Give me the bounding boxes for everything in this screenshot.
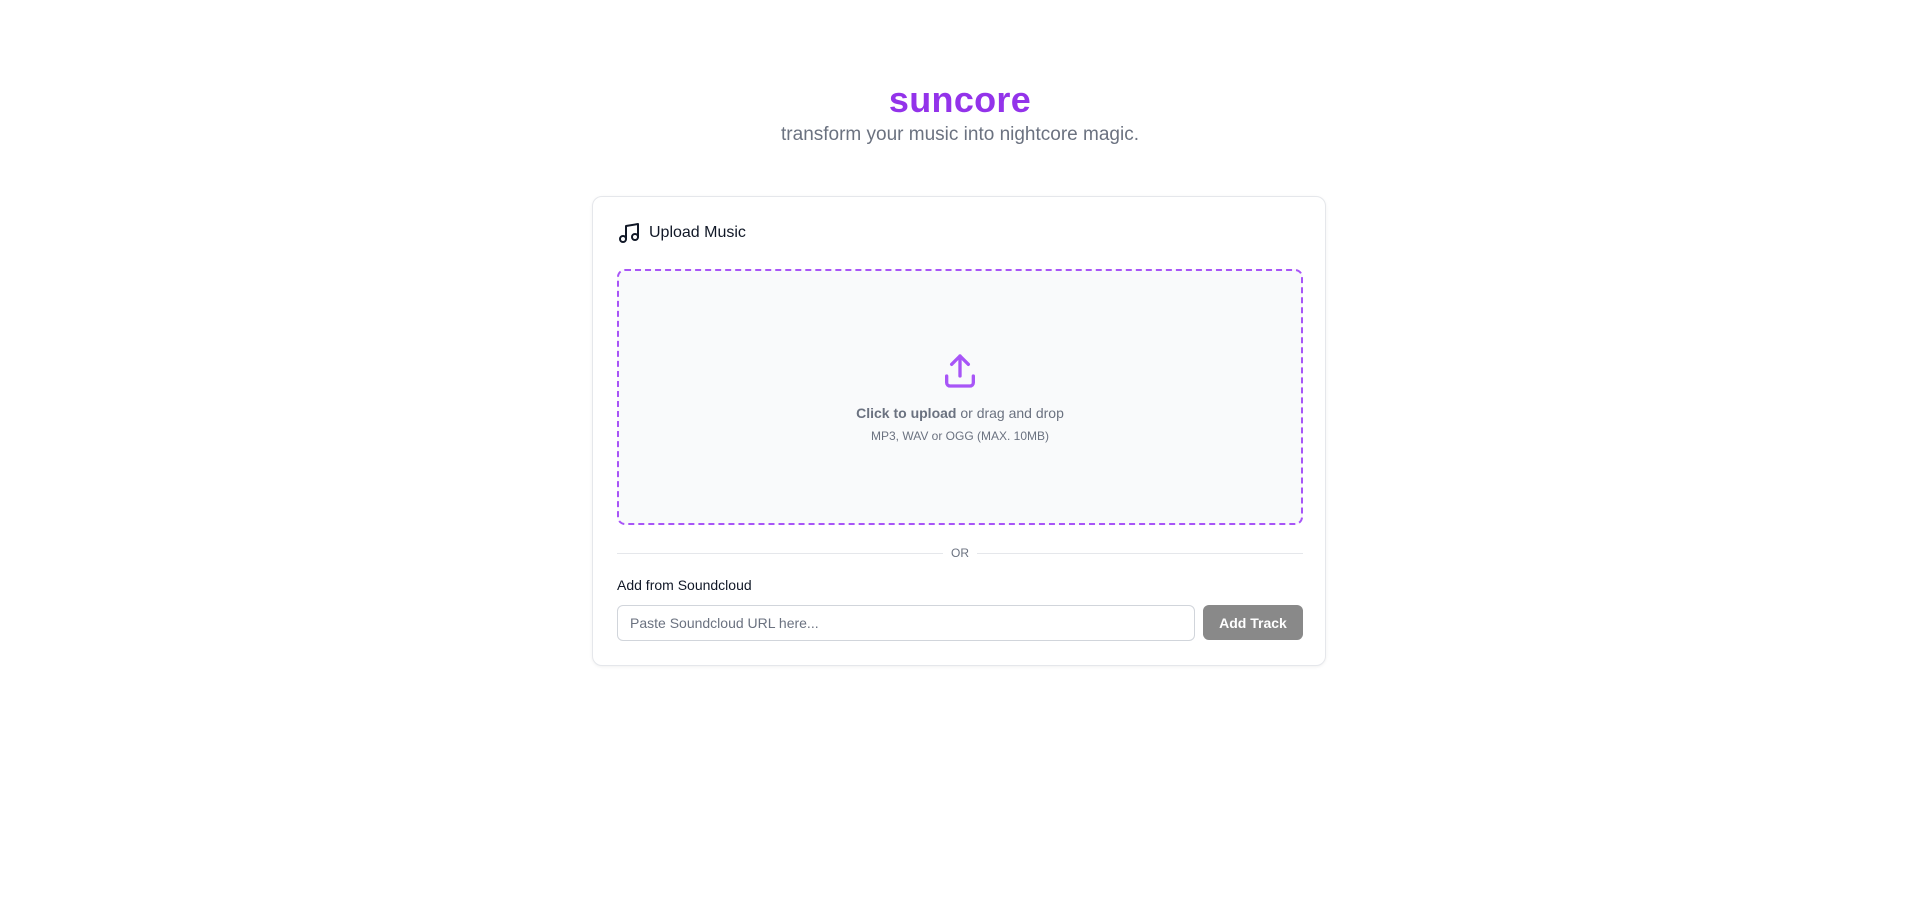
drag-drop-text: or drag and drop (956, 405, 1064, 421)
upload-dropzone[interactable]: Click to upload or drag and drop MP3, WA… (617, 269, 1303, 525)
app-subtitle: transform your music into nightcore magi… (781, 124, 1139, 145)
music-note-icon (617, 221, 641, 245)
divider-line-left (617, 552, 943, 554)
card-title: Upload Music (649, 224, 746, 241)
upload-icon (940, 351, 980, 391)
click-to-upload-text: Click to upload (856, 405, 957, 421)
or-divider: OR (617, 543, 1303, 563)
file-type-hint: MP3, WAV or OGG (MAX. 10MB) (870, 429, 1050, 443)
app-title: suncore (888, 79, 1032, 120)
card-header: Upload Music (617, 221, 746, 245)
dropzone-text: Click to upload or drag and drop (856, 405, 1064, 421)
divider-line-right (977, 552, 1303, 554)
upload-card: Upload Music Click to upload or drag and… (592, 196, 1326, 666)
page-header: suncore transform your music into nightc… (0, 78, 1920, 148)
divider-or-text: OR (951, 546, 969, 560)
soundcloud-url-input[interactable] (617, 605, 1195, 641)
soundcloud-label: Add from Soundcloud (617, 577, 752, 593)
add-track-button[interactable]: Add Track (1203, 605, 1303, 640)
